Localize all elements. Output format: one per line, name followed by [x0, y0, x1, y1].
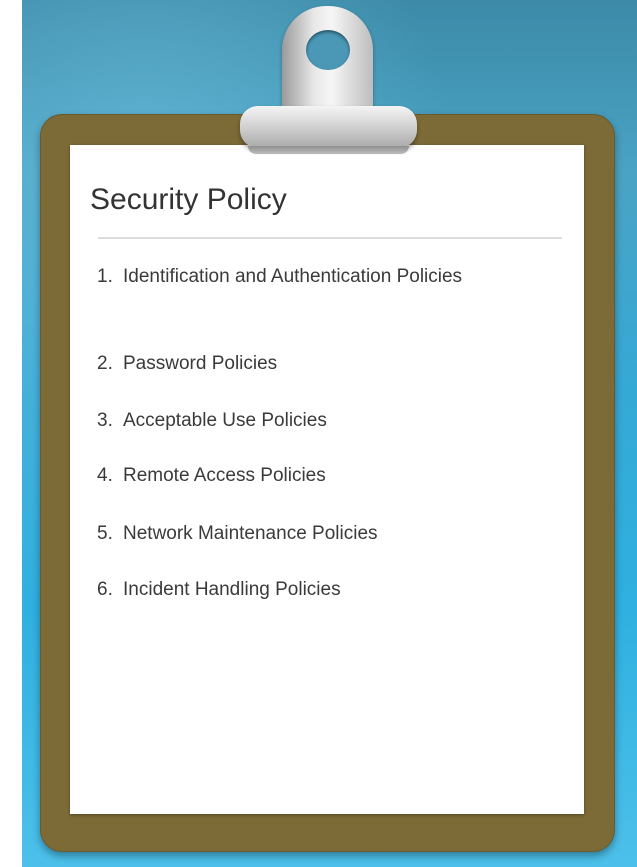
list-item-label: Incident Handling Policies: [123, 579, 341, 600]
list-item-label: Network Maintenance Policies: [123, 523, 378, 544]
list-item: 3. Acceptable Use Policies: [97, 408, 497, 434]
clip-lip: [248, 146, 409, 154]
list-item-number: 2.: [97, 353, 113, 374]
list-item-label: Identification and Authentication Polici…: [123, 266, 463, 287]
list-item-label: Acceptable Use Policies: [123, 410, 327, 431]
page-title: Security Policy: [90, 183, 287, 216]
list-item: 5. Network Maintenance Policies: [97, 521, 497, 547]
security-policy-illustration: Security Policy 1. Identification and Au…: [0, 0, 637, 867]
list-item-label: Remote Access Policies: [123, 465, 326, 486]
list-item-number: 3.: [97, 410, 113, 431]
list-item-number: 1.: [97, 266, 113, 287]
list-item-number: 4.: [97, 465, 113, 486]
list-item: 2. Password Policies: [97, 351, 497, 377]
list-item-label: Password Policies: [123, 353, 278, 374]
title-divider: [98, 237, 562, 239]
list-item: 6. Incident Handling Policies: [97, 577, 497, 603]
clip-base: [240, 106, 417, 148]
list-item-number: 5.: [97, 523, 113, 544]
clip-hole: [306, 30, 350, 70]
list-item: 1. Identification and Authentication Pol…: [97, 264, 497, 290]
list-item: 4. Remote Access Policies: [97, 463, 497, 489]
list-item-number: 6.: [97, 579, 113, 600]
